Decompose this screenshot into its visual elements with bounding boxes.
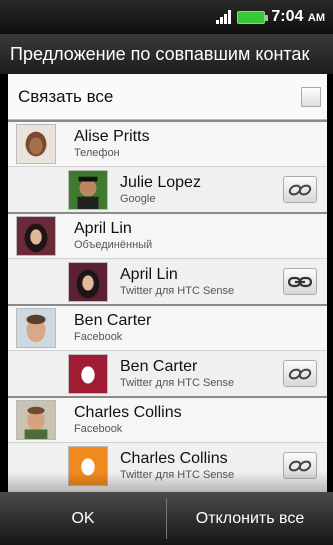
link-all-checkbox[interactable] (301, 86, 321, 107)
suggested-match-row: Julie Lopez Google (8, 166, 327, 212)
contact-source: Facebook (74, 423, 123, 435)
clock-time: 7:04 (271, 8, 304, 25)
contact-photo-julie (68, 169, 108, 210)
match-name: Ben Carter (120, 357, 198, 375)
match-source: Twitter для HTC Sense (120, 376, 235, 389)
contact-source: Телефон (74, 147, 120, 159)
contact-photo-alise (16, 124, 56, 164)
contact-group-head: Ben Carter Facebook (8, 304, 327, 350)
match-name: April Lin (120, 265, 178, 283)
contact-group-head: Charles Collins Facebook (8, 396, 327, 442)
suggested-match-row: April Lin Twitter для HTC Sense (8, 258, 327, 304)
match-name: Charles Collins (120, 449, 228, 467)
linked-chain-icon (288, 276, 312, 287)
unlinked-chain-icon (288, 460, 312, 471)
contact-name: Charles Collins (74, 404, 182, 421)
link-button[interactable] (283, 176, 317, 203)
unlinked-chain-icon (288, 184, 312, 195)
contact-name: Alise Pritts (74, 128, 150, 145)
match-list[interactable]: Связать все Alise Pritts Телефон Julie L… (8, 74, 327, 492)
contact-source: Facebook (74, 331, 123, 343)
contact-group-head: Alise Pritts Телефон (8, 120, 327, 166)
match-name: Julie Lopez (120, 173, 201, 191)
default-avatar-egg-icon (68, 353, 108, 394)
contact-photo-april (16, 216, 56, 256)
clock-ampm: AM (307, 12, 325, 24)
clock: 7:04 AM (271, 8, 325, 26)
link-button[interactable] (283, 268, 317, 295)
list-scroll-fade (8, 472, 327, 492)
status-bar: 7:04 AM (0, 0, 333, 34)
contact-source: Объединённый (74, 239, 153, 251)
link-all-label: Связать все (18, 86, 114, 106)
reject-all-button[interactable]: Отклонить все (167, 492, 333, 545)
match-source: Google (120, 192, 156, 205)
contact-name: April Lin (74, 220, 132, 237)
contact-photo-charles (16, 400, 56, 440)
link-button[interactable] (283, 360, 317, 387)
link-all-row[interactable]: Связать все (8, 74, 327, 120)
suggested-match-row: Ben Carter Twitter для HTC Sense (8, 350, 327, 396)
battery-icon (237, 10, 269, 24)
dialog-button-bar: OK Отклонить все (0, 492, 333, 545)
signal-icon (215, 10, 232, 24)
dialog-title: Предложение по совпавшим контак (0, 34, 333, 74)
contact-name: Ben Carter (74, 312, 152, 329)
match-source: Twitter для HTC Sense (120, 284, 235, 297)
contact-group-head: April Lin Объединённый (8, 212, 327, 258)
unlinked-chain-icon (288, 368, 312, 379)
contact-photo-april-twitter (68, 261, 108, 302)
contact-photo-ben (16, 308, 56, 348)
ok-button[interactable]: OK (0, 492, 166, 545)
